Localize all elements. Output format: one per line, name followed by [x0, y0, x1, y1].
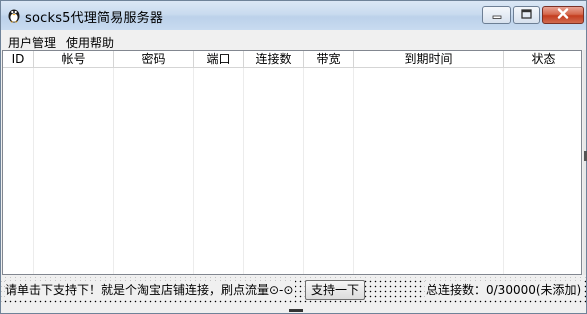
column-header-id[interactable]: ID: [3, 51, 34, 68]
grid-line: [113, 68, 114, 274]
column-header-status[interactable]: 状态: [504, 51, 581, 68]
column-header-password[interactable]: 密码: [114, 51, 194, 68]
close-button[interactable]: [542, 6, 584, 24]
column-header-expiry[interactable]: 到期时间: [354, 51, 504, 68]
table-header: ID 帐号 密码 端口 连接数 带宽 到期时间 状态: [3, 51, 581, 68]
grid-line: [303, 68, 304, 274]
menu-help[interactable]: 使用帮助: [66, 34, 114, 51]
penguin-icon: [6, 7, 22, 23]
app-window: socks5代理简易服务器 用户管理 使用帮助 ID 帐号 密码 端口 连接数: [0, 0, 587, 314]
grid-line: [33, 68, 34, 274]
minimize-button[interactable]: [482, 6, 511, 24]
grid-line: [193, 68, 194, 274]
column-header-connections[interactable]: 连接数: [244, 51, 304, 68]
status-message: 请单击下支持下！就是个淘宝店铺连接，刷点流量⊙-⊙: [5, 281, 296, 299]
menu-user-management[interactable]: 用户管理: [8, 34, 56, 51]
resize-handle[interactable]: [289, 309, 303, 312]
close-icon: [557, 8, 569, 22]
vertical-scrollbar-edge[interactable]: [583, 50, 586, 275]
window-title: socks5代理简易服务器: [25, 11, 164, 26]
grid-line: [243, 68, 244, 274]
column-header-account[interactable]: 帐号: [34, 51, 114, 68]
grid-line: [503, 68, 504, 274]
connection-count: 总连接数：0/30000(未添加): [425, 281, 583, 299]
user-list-table[interactable]: ID 帐号 密码 端口 连接数 带宽 到期时间 状态: [2, 50, 582, 275]
support-button[interactable]: 支持一下: [305, 280, 365, 300]
column-header-bandwidth[interactable]: 带宽: [304, 51, 354, 68]
title-bar[interactable]: socks5代理简易服务器: [1, 1, 586, 30]
maximize-button[interactable]: [513, 6, 540, 24]
menu-bar: 用户管理 使用帮助: [1, 30, 586, 50]
grid-line: [353, 68, 354, 274]
status-bar: 请单击下支持下！就是个淘宝店铺连接，刷点流量⊙-⊙ 支持一下 总连接数：0/30…: [1, 277, 586, 305]
column-header-port[interactable]: 端口: [194, 51, 244, 68]
maximize-icon: [521, 8, 532, 22]
minimize-icon: [492, 8, 502, 22]
